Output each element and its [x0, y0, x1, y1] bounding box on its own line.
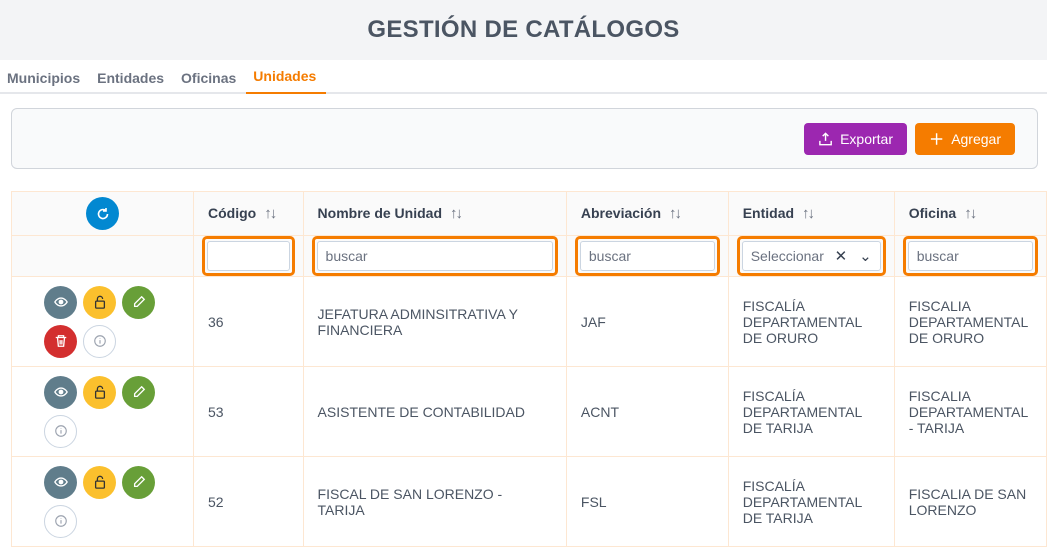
cell-oficina: FISCALIA DEPARTAMENTAL DE ORURO: [893, 276, 1047, 367]
page-header: GESTIÓN DE CATÁLOGOS: [0, 0, 1047, 60]
unlock-button[interactable]: [83, 285, 116, 319]
cell-nombre: FISCAL DE SAN LORENZO - TARIJA: [302, 456, 567, 547]
cell-abreviacion: JAF: [565, 276, 729, 367]
column-header-codigo[interactable]: Código ↑↓: [193, 191, 304, 236]
info-icon: [54, 425, 67, 437]
column-label: Entidad: [742, 205, 795, 221]
cell-abreviacion: FSL: [565, 456, 729, 547]
actions-cell: [11, 276, 194, 367]
cell-entidad: FISCALÍA DEPARTAMENTAL DE TARIJA: [727, 456, 895, 547]
filter-empty-cell: [11, 235, 194, 277]
cell-oficina: FISCALIA DE SAN LORENZO: [893, 456, 1047, 547]
column-header-abreviacion[interactable]: Abreviación ↑↓: [565, 191, 729, 236]
unlock-button[interactable]: [83, 375, 116, 409]
column-header-entidad[interactable]: Entidad ↑↓: [727, 191, 895, 236]
pencil-icon: [133, 385, 145, 398]
table-row: 36 JEFATURA ADMINSITRATIVA Y FINANCIERA …: [11, 276, 1047, 367]
page-title: GESTIÓN DE CATÁLOGOS: [367, 16, 680, 43]
tab-oficinas[interactable]: Oficinas: [174, 70, 246, 94]
column-header-nombre[interactable]: Nombre de Unidad ↑↓: [302, 191, 567, 236]
filter-cell-oficina: [893, 235, 1047, 277]
filter-cell-abreviacion: [565, 235, 729, 277]
cell-entidad: FISCALÍA DEPARTAMENTAL DE ORURO: [727, 276, 895, 367]
unlock-icon: [94, 475, 105, 489]
view-button[interactable]: [44, 375, 77, 409]
edit-button[interactable]: [122, 375, 155, 409]
select-placeholder: Seleccionar: [750, 248, 824, 264]
add-button-label: Agregar: [951, 131, 1001, 147]
column-label: Oficina: [908, 205, 957, 221]
export-button[interactable]: Exportar: [804, 123, 907, 155]
eye-icon: [53, 297, 68, 307]
sort-icon[interactable]: ↑↓: [450, 205, 463, 222]
edit-button[interactable]: [122, 285, 155, 319]
info-button[interactable]: [44, 504, 77, 538]
cell-oficina: FISCALIA DEPARTAMENTAL - TARIJA: [893, 366, 1047, 457]
eye-icon: [53, 387, 68, 397]
tab-municipios[interactable]: Municipios: [0, 70, 90, 94]
filter-cell-entidad: Seleccionar ✕ ⌄: [727, 235, 895, 277]
info-button[interactable]: [83, 324, 116, 358]
column-header-oficina[interactable]: Oficina ↑↓: [893, 191, 1047, 236]
view-button[interactable]: [44, 285, 77, 319]
cell-nombre: ASISTENTE DE CONTABILIDAD: [302, 366, 567, 457]
eye-icon: [53, 477, 68, 487]
unlock-icon: [94, 295, 105, 309]
info-button[interactable]: [44, 414, 77, 448]
cell-abreviacion: ACNT: [565, 366, 729, 457]
info-icon: [54, 515, 67, 527]
refresh-cell: [11, 191, 194, 236]
pencil-icon: [133, 295, 145, 308]
refresh-icon: [97, 207, 108, 219]
cell-codigo: 52: [193, 456, 304, 547]
unlock-button[interactable]: [83, 465, 116, 499]
unlock-icon: [94, 385, 105, 399]
cell-entidad: FISCALÍA DEPARTAMENTAL DE TARIJA: [727, 366, 895, 457]
cell-nombre: JEFATURA ADMINSITRATIVA Y FINANCIERA: [302, 276, 567, 367]
chevron-down-icon[interactable]: ⌄: [859, 247, 872, 265]
refresh-button[interactable]: [86, 197, 119, 230]
filter-cell-codigo: [193, 235, 304, 277]
edit-button[interactable]: [122, 465, 155, 499]
toolbar: Exportar Agregar: [11, 108, 1038, 169]
entidad-filter-select[interactable]: Seleccionar ✕ ⌄: [741, 241, 881, 271]
clear-icon[interactable]: ✕: [835, 247, 848, 265]
trash-icon: [55, 335, 66, 347]
table-header-row: Código ↑↓ Nombre de Unidad ↑↓ Abreviación ↑…: [11, 191, 1047, 236]
cell-codigo: 53: [193, 366, 304, 457]
delete-button[interactable]: [44, 324, 77, 358]
table-row: 52 FISCAL DE SAN LORENZO - TARIJA FSL FI…: [11, 456, 1047, 547]
codigo-filter-input[interactable]: [207, 241, 290, 271]
info-icon: [93, 335, 106, 347]
column-label: Código: [208, 205, 257, 221]
actions-cell: [11, 366, 194, 457]
tab-unidades[interactable]: Unidades: [246, 68, 327, 94]
sort-icon[interactable]: ↑↓: [264, 205, 277, 222]
view-button[interactable]: [44, 465, 77, 499]
table-row: 53 ASISTENTE DE CONTABILIDAD ACNT FISCAL…: [11, 366, 1047, 457]
upload-icon: [819, 132, 832, 146]
cell-codigo: 36: [193, 276, 304, 367]
filter-row: Seleccionar ✕ ⌄: [11, 235, 1047, 277]
filter-cell-nombre: [302, 235, 567, 277]
sort-icon[interactable]: ↑↓: [964, 205, 977, 222]
plus-icon: [930, 133, 943, 145]
export-button-label: Exportar: [840, 131, 893, 147]
oficina-filter-input[interactable]: [907, 241, 1033, 271]
pencil-icon: [133, 475, 145, 488]
catalog-tabs: Municipios Entidades Oficinas Unidades: [0, 60, 1047, 94]
add-button[interactable]: Agregar: [915, 123, 1015, 155]
actions-cell: [11, 456, 194, 547]
column-label: Nombre de Unidad: [317, 205, 443, 221]
unidades-table: Código ↑↓ Nombre de Unidad ↑↓ Abreviación ↑…: [11, 191, 1047, 547]
sort-icon[interactable]: ↑↓: [669, 205, 682, 222]
abreviacion-filter-input[interactable]: [579, 241, 715, 271]
tab-entidades[interactable]: Entidades: [90, 70, 174, 94]
nombre-filter-input[interactable]: [316, 241, 553, 271]
column-label: Abreviación: [580, 205, 662, 221]
sort-icon[interactable]: ↑↓: [802, 205, 815, 222]
